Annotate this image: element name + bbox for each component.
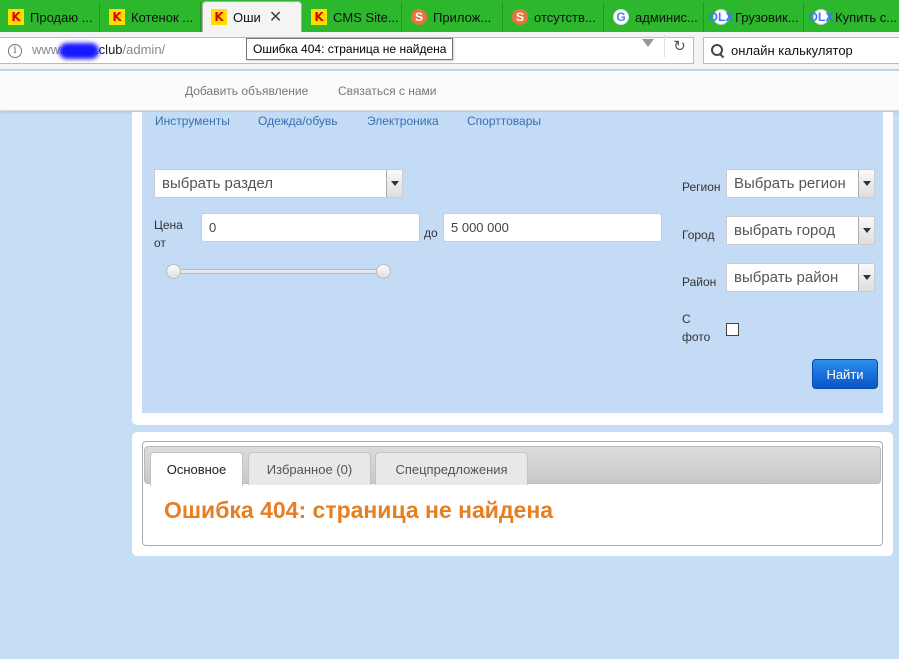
site-navigation: Добавить объявление Связаться с нами — [0, 71, 899, 111]
chevron-down-icon — [858, 264, 874, 291]
city-label: Город — [682, 228, 715, 242]
price-from-input[interactable]: 0 — [201, 213, 420, 242]
browser-tab[interactable]: S отсутств... — [504, 2, 604, 32]
browser-tab-strip: K Продаю ... K Котенок ... K Оши ✕ K CMS… — [0, 0, 899, 32]
search-icon — [711, 44, 724, 57]
browser-tab[interactable]: G админис... — [605, 2, 704, 32]
photo-label-2: фото — [682, 330, 711, 344]
reload-icon[interactable]: ↻ — [664, 35, 694, 57]
browser-tab-label: Грузовик... — [735, 9, 799, 25]
chevron-down-icon — [858, 217, 874, 244]
browser-toolbar: i www. .club/admin/ Ошибка 404: страница … — [0, 32, 899, 70]
results-frame: Основное Избранное (0) Спецпредложения О… — [132, 432, 893, 556]
district-select[interactable]: выбрать район — [726, 263, 875, 292]
browser-tab-label: CMS Site... — [333, 9, 399, 25]
nav-add-ad-link[interactable]: Добавить объявление — [185, 84, 308, 98]
category-link[interactable]: Спорттовары — [467, 114, 541, 128]
olx-favicon-icon: OLX — [808, 9, 834, 25]
site-favicon-icon: K — [311, 9, 327, 25]
site-info-icon[interactable]: i — [8, 43, 22, 58]
site-favicon-icon: K — [211, 9, 227, 25]
district-label: Район — [682, 275, 717, 289]
photo-label: С — [682, 312, 691, 326]
site-favicon-icon: S — [411, 9, 427, 25]
browser-tab-label: Купить с... — [835, 9, 898, 25]
price-to-input[interactable]: 5 000 000 — [443, 213, 662, 242]
slider-max-handle[interactable] — [376, 264, 391, 279]
browser-tab[interactable]: OLX Грузовик... — [705, 2, 804, 32]
url-history-dropdown-icon[interactable] — [642, 39, 654, 47]
browser-tab-label: отсутств... — [534, 9, 596, 25]
region-label: Регион — [682, 180, 721, 194]
olx-favicon-icon: OLX — [708, 9, 734, 25]
tab-favorites[interactable]: Избранное (0) — [248, 452, 371, 485]
price-range-slider[interactable] — [173, 269, 384, 274]
site-favicon-icon: S — [512, 9, 528, 25]
url-domain: .club — [95, 42, 123, 58]
nav-contact-link[interactable]: Связаться с нами — [338, 84, 436, 98]
url-path: /admin/ — [122, 42, 166, 58]
redacted-blur — [59, 42, 100, 59]
browser-tab[interactable]: S Прилож... — [403, 2, 503, 32]
price-to-label: до — [424, 226, 438, 240]
district-select-value: выбрать район — [734, 269, 839, 286]
search-input[interactable]: онлайн калькулятор — [731, 43, 853, 58]
region-select-value: Выбрать регион — [734, 175, 846, 192]
browser-tab-label: Продаю ... — [30, 9, 93, 25]
browser-tab[interactable]: OLX Купить с... — [805, 2, 899, 32]
category-link[interactable]: Одежда/обувь — [258, 114, 338, 128]
region-select[interactable]: Выбрать регион — [726, 169, 875, 198]
price-label: Цена — [154, 218, 183, 232]
city-select-value: выбрать город — [734, 222, 836, 239]
category-link[interactable]: Электроника — [367, 114, 439, 128]
browser-tab[interactable]: K Котенок ... — [101, 2, 201, 32]
with-photo-checkbox[interactable] — [726, 323, 739, 336]
browser-tab-label: Прилож... — [433, 9, 492, 25]
results-panel: Основное Избранное (0) Спецпредложения О… — [142, 441, 883, 546]
browser-tab-label: Оши — [233, 9, 261, 25]
browser-tab[interactable]: K CMS Site... — [303, 2, 402, 32]
category-link[interactable]: Инструменты — [155, 114, 230, 128]
browser-tab-active[interactable]: K Оши ✕ — [202, 1, 302, 32]
close-tab-icon[interactable]: ✕ — [269, 7, 282, 27]
site-favicon-icon: K — [8, 9, 24, 25]
browser-search-bar[interactable]: онлайн калькулятор — [703, 37, 899, 64]
price-from-label: от — [154, 236, 166, 250]
section-select[interactable]: выбрать раздел — [154, 169, 403, 198]
url-text: www. .club/admin/ — [32, 42, 165, 59]
site-favicon-icon: K — [109, 9, 125, 25]
browser-tab-label: Котенок ... — [131, 9, 194, 25]
results-tab-bar: Основное Избранное (0) Спецпредложения — [144, 446, 881, 486]
section-select-value: выбрать раздел — [162, 175, 273, 192]
page-title-tooltip: Ошибка 404: страница не найдена — [246, 38, 454, 60]
city-select[interactable]: выбрать город — [726, 216, 875, 245]
chevron-down-icon — [386, 170, 402, 197]
browser-tab-label: админис... — [635, 9, 698, 25]
chevron-down-icon — [858, 170, 874, 197]
slider-min-handle[interactable] — [166, 264, 181, 279]
google-favicon-icon: G — [613, 9, 629, 25]
browser-tab[interactable]: K Продаю ... — [0, 2, 100, 32]
tab-special-offers[interactable]: Спецпредложения — [375, 452, 528, 485]
find-button[interactable]: Найти — [812, 359, 878, 389]
error-message: Ошибка 404: страница не найдена — [164, 497, 554, 523]
tab-main[interactable]: Основное — [150, 452, 243, 486]
